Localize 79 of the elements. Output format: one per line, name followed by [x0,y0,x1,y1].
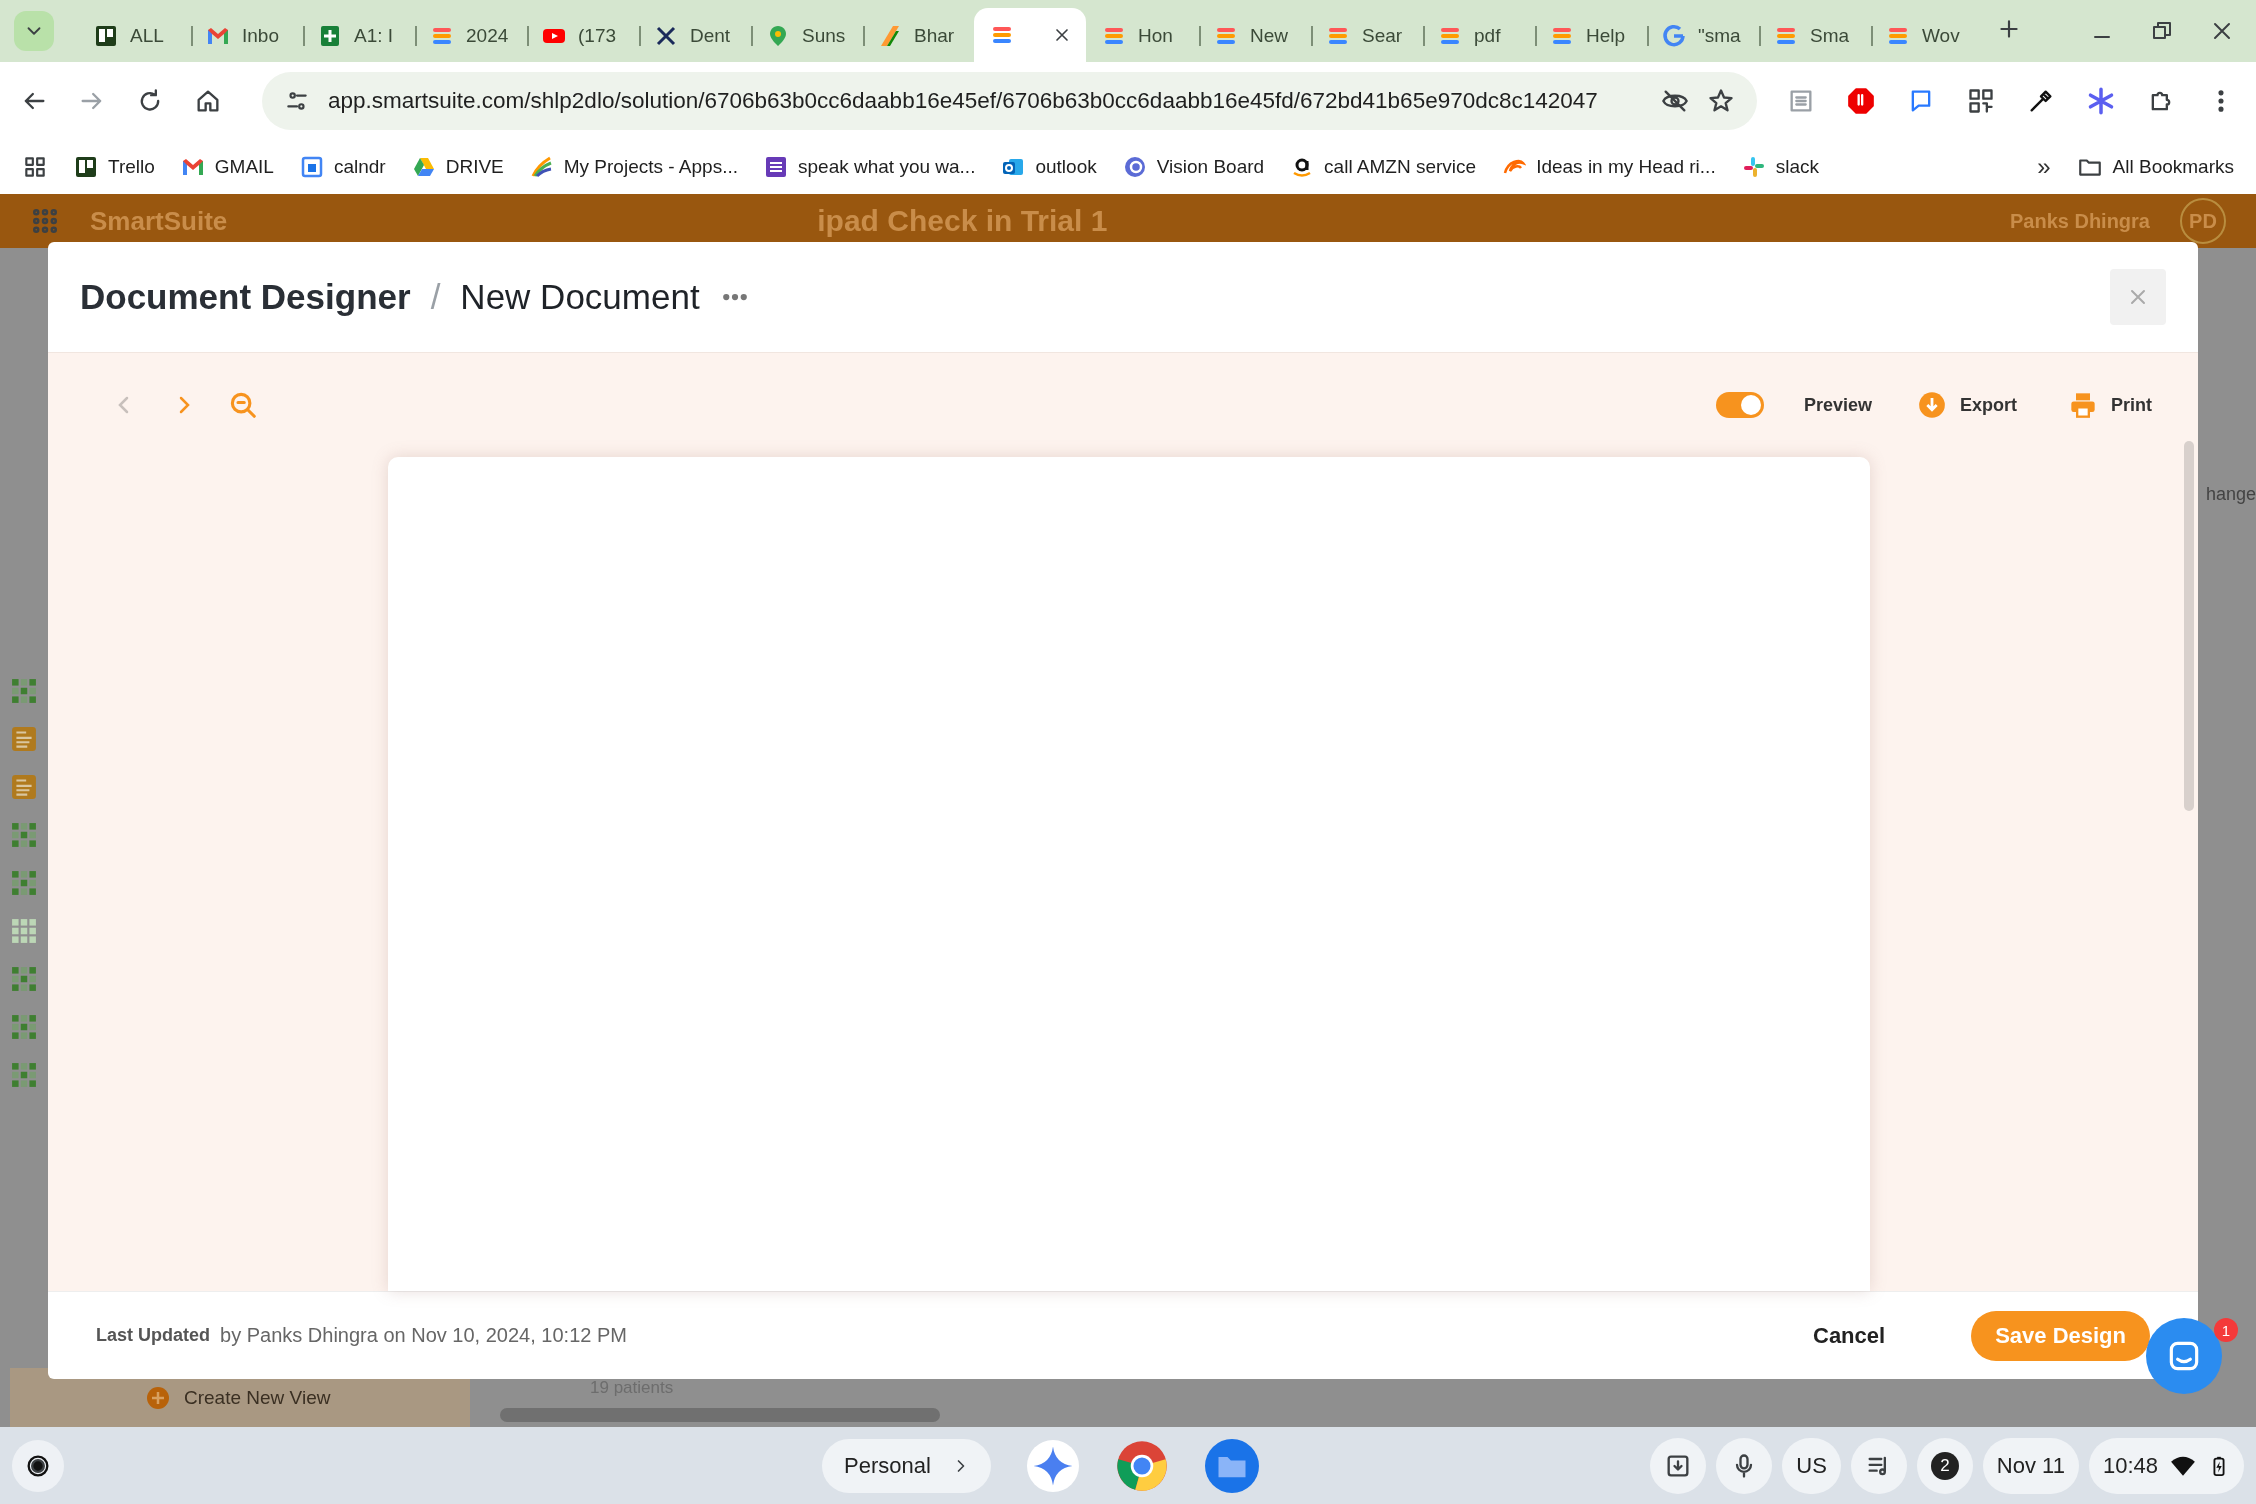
status-area-button[interactable]: 10:48 [2088,1437,2244,1494]
browser-tab[interactable]: Bhar [862,10,974,62]
date-button[interactable]: Nov 11 [1982,1437,2079,1494]
bookmark-link[interactable]: speak what you wa... [764,155,976,179]
scrollbar[interactable] [500,1408,940,1422]
asterisk-icon[interactable] [2087,87,2115,115]
preview-label: Preview [1803,394,1872,416]
browser-tab[interactable]: Hon [1086,10,1198,62]
browser-tab[interactable]: pdf [1422,10,1534,62]
bookmark-favicon-icon [529,155,554,179]
breadcrumb-separator: / [430,277,441,317]
stop-sign-icon[interactable] [1847,87,1875,115]
bookmark-favicon-icon [411,155,436,179]
preview-toggle[interactable] [1715,392,1764,418]
more-bookmarks-button[interactable]: » [2037,153,2051,181]
bookmark-link[interactable]: My Projects - Apps... [529,155,738,179]
printer-icon [2069,391,2097,419]
browser-tab[interactable]: A1: I [302,10,414,62]
bookmark-favicon-icon [1741,155,1766,179]
bookmark-link[interactable]: Trello [74,155,155,179]
app-logo-text: SmartSuite [90,205,228,237]
browser-tab[interactable]: Inbo [190,10,302,62]
notifications-button[interactable]: 2 [1916,1437,1973,1494]
breadcrumb-title[interactable]: Document Designer [80,277,411,317]
cancel-button[interactable]: Cancel [1807,1321,1892,1350]
bookmark-link[interactable]: calndr [299,155,386,179]
bookmark-link[interactable]: call AMZN service [1290,155,1477,179]
last-updated-text: by Panks Dhingra on Nov 10, 2024, 10:12 PM [220,1324,627,1347]
document-view-icon[interactable] [11,774,37,800]
tab-favicon-icon [94,24,118,48]
print-button[interactable]: Print [2063,390,2158,420]
browser-tab[interactable]: Sear [1310,10,1422,62]
column-header: hange [2205,484,2256,505]
last-updated-label: Last Updated [96,1325,210,1346]
star-icon[interactable] [1707,87,1735,115]
profile-button[interactable]: Personal [822,1438,991,1493]
browser-tab[interactable]: "sma [1646,10,1758,62]
browser-tab[interactable]: Wov [1870,10,1982,62]
browser-tab[interactable]: Dent [638,10,750,62]
zoom-icon[interactable] [228,390,258,420]
bookmark-favicon-icon [299,155,324,179]
folder-app-icon[interactable] [1204,1438,1259,1493]
plus-circle-icon [146,1385,170,1410]
table-view-icon[interactable] [11,918,37,944]
browser-tab[interactable]: Help [1534,10,1646,62]
bookmark-favicon-icon [764,155,788,179]
bookmark-link[interactable]: Vision Board [1122,155,1265,179]
bookmark-favicon-icon [1122,155,1147,179]
bookmark-link[interactable]: GMAIL [180,155,274,179]
tab-favicon-icon [878,24,902,48]
download-circle-icon [1917,391,1946,419]
tab-search-button[interactable] [14,11,54,51]
qr-code-icon[interactable] [1967,87,1995,115]
tab-favicon-icon [654,24,678,48]
bookmark-link[interactable]: outlook [1001,155,1097,179]
browser-tab[interactable]: Suns [750,10,862,62]
tab-favicon-icon [1662,24,1686,48]
bookmark-link[interactable]: DRIVE [411,155,504,179]
eyedropper-icon[interactable] [2027,87,2055,115]
keyboard-layout-button[interactable]: US [1782,1437,1841,1494]
all-bookmarks-button[interactable]: All Bookmarks [2076,154,2234,180]
export-button[interactable]: Export [1911,390,2023,420]
browser-app-icon[interactable] [1114,1438,1169,1493]
sparkle-icon[interactable] [1026,1439,1079,1492]
tab-favicon-icon [318,24,342,48]
eye-slash-icon[interactable] [1661,87,1689,115]
breadcrumb-title[interactable]: New Document [460,277,700,317]
apps-grid-icon[interactable] [22,154,48,180]
browser-tab[interactable]: Sma [1758,10,1870,62]
browser-tab[interactable]: New [1198,10,1310,62]
browser-tab[interactable]: ALL [78,10,190,62]
bookmark-link[interactable]: Ideas in my Head ri... [1502,155,1716,179]
browser-tab[interactable]: (173 [526,10,638,62]
scrollbar[interactable] [2184,441,2194,811]
document-view-icon[interactable] [11,726,37,752]
bookmark-link[interactable]: slack [1741,155,1819,179]
address-bar[interactable]: app.smartsuite.com/shlp2dlo/solution/6706b63b0cc6daabb16e45ef/6706b63b0cc6daabb16e45fd/672bd41b65e970dc8c142047 [262,72,1757,130]
bookmark-favicon-icon [74,155,98,179]
browser-tab[interactable]: 2024 [414,10,526,62]
